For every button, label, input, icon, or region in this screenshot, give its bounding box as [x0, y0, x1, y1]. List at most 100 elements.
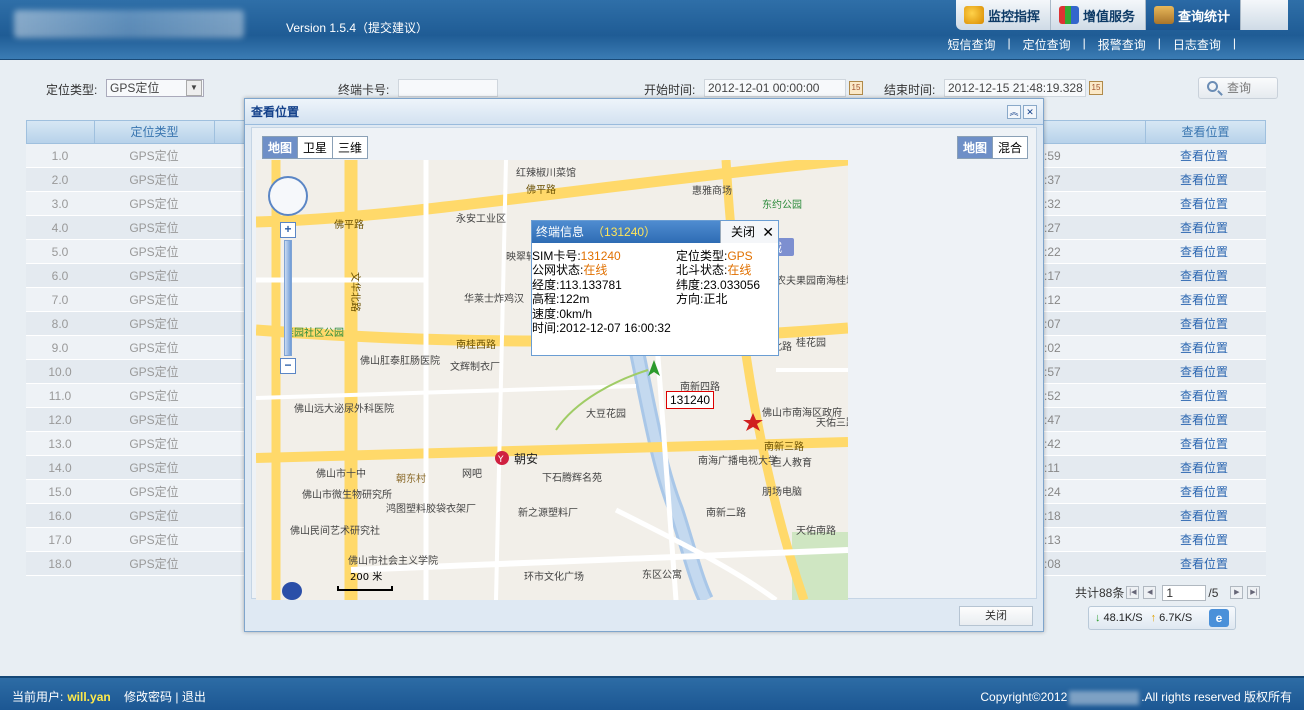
first-page-button[interactable]: |◀ — [1126, 586, 1140, 599]
calendar-icon[interactable]: 15 — [1089, 81, 1103, 95]
map-type-map-right[interactable]: 地图 — [957, 137, 993, 158]
map-type-3d[interactable]: 三维 — [333, 137, 367, 158]
zoom-slider[interactable] — [284, 240, 292, 356]
col-view: 查看位置 — [1145, 121, 1265, 143]
zoom-in-button[interactable]: + — [280, 222, 296, 238]
last-page-button[interactable]: ▶| — [1247, 586, 1261, 599]
svg-text:东区公寓: 东区公寓 — [642, 568, 682, 581]
map-type-map[interactable]: 地图 — [263, 137, 299, 158]
row-type: GPS定位 — [129, 413, 179, 427]
sub-nav-alarm[interactable]: 报警查询 — [1092, 36, 1152, 53]
view-location-link[interactable]: 查看位置 — [1144, 480, 1264, 504]
svg-text:文辉制衣厂: 文辉制衣厂 — [450, 360, 500, 373]
vehicle-marker-label[interactable]: 131240 — [666, 391, 715, 409]
sub-nav-sms[interactable]: 短信查询 — [941, 36, 1001, 53]
row-number: 5.0 — [51, 245, 69, 259]
row-time: :02 — [1044, 341, 1061, 355]
view-location-link[interactable]: 查看位置 — [1144, 432, 1264, 456]
dialog-close-button[interactable]: 关闭 — [959, 606, 1033, 626]
sub-nav-location[interactable]: 定位查询 — [1017, 36, 1077, 53]
version-link[interactable]: Version 1.5.4（提交建议） — [286, 19, 428, 36]
svg-text:巨人教育: 巨人教育 — [772, 456, 812, 469]
app-header: Version 1.5.4（提交建议） 监控指挥 增值服务 查询统计 短信查询 … — [0, 0, 1304, 60]
sub-nav-sep: | — [1232, 36, 1236, 50]
main-nav: 监控指挥 增值服务 查询统计 — [956, 0, 1288, 30]
row-number: 3.0 — [51, 197, 69, 211]
chevron-down-icon[interactable]: ▼ — [186, 80, 202, 96]
beidou-status-label: 北斗状态: — [676, 263, 728, 277]
view-location-link[interactable]: 查看位置 — [1144, 216, 1264, 240]
page-input[interactable]: 1 — [1162, 584, 1207, 601]
view-location-link[interactable]: 查看位置 — [1144, 504, 1264, 528]
view-location-link[interactable]: 查看位置 — [1144, 240, 1264, 264]
view-location-link[interactable]: 查看位置 — [1144, 408, 1264, 432]
view-location-link[interactable]: 查看位置 — [1144, 336, 1264, 360]
view-location-link[interactable]: 查看位置 — [1144, 552, 1264, 576]
prev-page-button[interactable]: ◀ — [1143, 586, 1157, 599]
loc-type-label: 定位类型: — [46, 83, 98, 97]
nav-query-stats[interactable]: 查询统计 — [1146, 0, 1242, 30]
search-button[interactable]: 查询 — [1198, 77, 1278, 99]
row-number: 2.0 — [51, 173, 69, 187]
svg-text:惠雅商场: 惠雅商场 — [692, 184, 732, 197]
nav-monitor[interactable]: 监控指挥 — [956, 0, 1052, 30]
svg-text:环市文化广场: 环市文化广场 — [524, 570, 584, 583]
svg-text:天佑三路: 天佑三路 — [816, 416, 848, 429]
view-location-link[interactable]: 查看位置 — [1144, 456, 1264, 480]
map-pan-control[interactable] — [268, 176, 308, 216]
arrow-down-icon: ↓ — [1095, 612, 1101, 624]
net-status-value: 在线 — [583, 263, 608, 277]
map-type-switch-right: 地图 混合 — [956, 136, 1028, 159]
row-time: :57 — [1044, 365, 1061, 379]
logout-link[interactable]: 退出 — [182, 690, 206, 704]
map-type-hybrid[interactable]: 混合 — [993, 137, 1027, 158]
row-time: :27 — [1044, 221, 1061, 235]
view-location-link[interactable]: 查看位置 — [1144, 384, 1264, 408]
sub-nav-sep: | — [1082, 36, 1086, 50]
row-number: 9.0 — [51, 341, 69, 355]
next-page-button[interactable]: ▶ — [1230, 586, 1244, 599]
view-location-link[interactable]: 查看位置 — [1144, 288, 1264, 312]
sub-nav-log[interactable]: 日志查询 — [1167, 36, 1227, 53]
row-number: 4.0 — [51, 221, 69, 235]
map-canvas[interactable]: 红辣椒川菜馆 佛平路 惠雅商场 东约公园 永安工业区 佛平路 文华北路 映翠轩 … — [256, 160, 848, 600]
nav-value-service[interactable]: 增值服务 — [1051, 0, 1147, 30]
end-time-input[interactable]: 2012-12-15 21:48:19.328 — [944, 79, 1086, 97]
svg-text:桂园社区公园: 桂园社区公园 — [284, 326, 344, 339]
info-terminal-id: （131240） — [592, 225, 657, 239]
svg-text:南桂西路: 南桂西路 — [456, 338, 496, 351]
info-close-button[interactable]: 关闭 ✕ — [720, 221, 778, 243]
close-icon[interactable]: ✕ — [1023, 105, 1037, 119]
svg-text:鸿图塑料胶袋衣架厂: 鸿图塑料胶袋衣架厂 — [386, 502, 476, 515]
row-type: GPS定位 — [129, 149, 179, 163]
close-icon: ✕ — [762, 224, 774, 240]
view-location-link[interactable]: 查看位置 — [1144, 168, 1264, 192]
svg-text:佛平路: 佛平路 — [334, 218, 364, 231]
view-location-link[interactable]: 查看位置 — [1144, 144, 1264, 168]
svg-text:佛山市社会主义学院: 佛山市社会主义学院 — [348, 554, 438, 567]
view-location-link[interactable]: 查看位置 — [1144, 264, 1264, 288]
view-location-link[interactable]: 查看位置 — [1144, 528, 1264, 552]
svg-text:南海广播电视大学: 南海广播电视大学 — [698, 454, 778, 467]
svg-text:朝安: 朝安 — [514, 451, 538, 466]
nav-monitor-label: 监控指挥 — [988, 8, 1041, 24]
row-time: :59 — [1044, 149, 1061, 163]
view-location-link[interactable]: 查看位置 — [1144, 192, 1264, 216]
svg-text:Y: Y — [497, 455, 504, 465]
view-location-link[interactable]: 查看位置 — [1144, 360, 1264, 384]
info-close-label: 关闭 — [731, 225, 756, 239]
calendar-icon[interactable]: 15 — [849, 81, 863, 95]
collapse-icon[interactable]: ︽ — [1007, 105, 1021, 119]
map-type-satellite[interactable]: 卫星 — [298, 137, 334, 158]
card-label: 终端卡号: — [338, 83, 390, 97]
svg-text:佛山市微生物研究所: 佛山市微生物研究所 — [302, 488, 392, 501]
row-type: GPS定位 — [129, 485, 179, 499]
view-location-link[interactable]: 查看位置 — [1144, 312, 1264, 336]
zoom-out-button[interactable]: − — [280, 358, 296, 374]
change-password-link[interactable]: 修改密码 — [124, 690, 172, 704]
start-time-input[interactable]: 2012-12-01 00:00:00 — [704, 79, 846, 97]
card-input[interactable] — [398, 79, 498, 97]
ie-icon[interactable]: e — [1209, 609, 1229, 627]
svg-text:红辣椒川菜馆: 红辣椒川菜馆 — [516, 166, 576, 179]
start-time-label: 开始时间: — [644, 83, 696, 97]
